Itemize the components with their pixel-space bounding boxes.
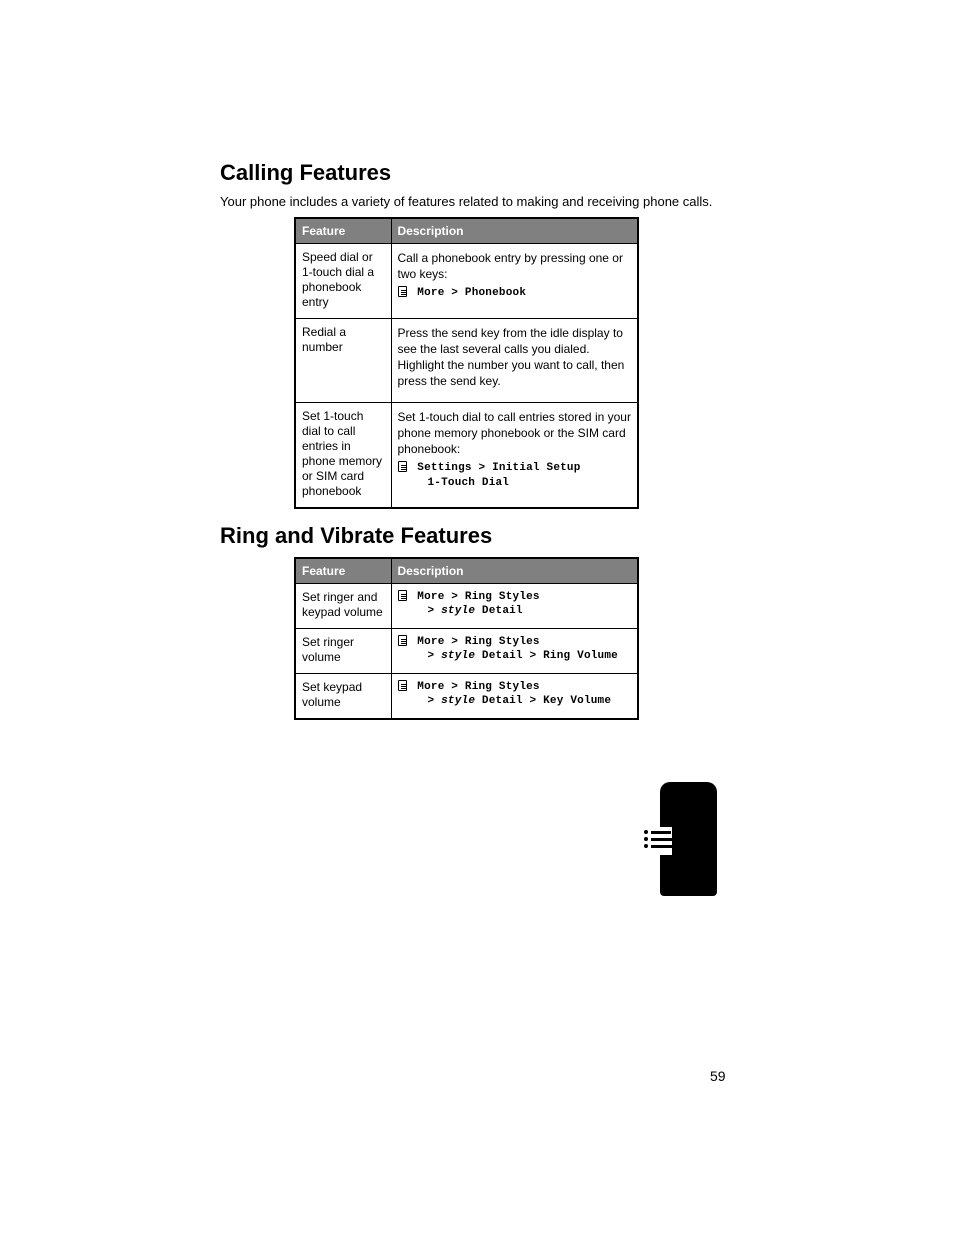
description-text: Call a phonebook entry by pressing one o…	[398, 250, 632, 282]
feature-cell: Set 1-touch dial to call entries in phon…	[295, 402, 391, 508]
menu-path: More > Phonebook	[398, 286, 632, 301]
description-cell: More > Ring Styles> style Detail > Key V…	[391, 673, 638, 719]
menu-path: More > Ring Styles	[398, 590, 632, 605]
calling-features-rows: Speed dial or 1-touch dial a phonebook e…	[295, 243, 638, 507]
menu-list-icon	[642, 827, 672, 855]
table-row: Set keypad volume More > Ring Styles> st…	[295, 673, 638, 719]
menu-path: 1-Touch Dial	[398, 476, 632, 491]
description-cell: More > Ring Styles> style Detail > Ring …	[391, 628, 638, 673]
page-number: 59	[710, 1068, 726, 1084]
calling-features-table: Feature Description Speed dial or 1-touc…	[294, 217, 639, 509]
feature-cell: Set ringer and keypad volume	[295, 583, 391, 628]
menu-icon	[398, 635, 407, 646]
menu-icon	[398, 286, 407, 297]
col-feature: Feature	[295, 558, 391, 584]
description-cell: More > Ring Styles> style Detail	[391, 583, 638, 628]
table-row: Redial a numberPress the send key from t…	[295, 318, 638, 402]
menu-icon	[398, 590, 407, 601]
table-row: Speed dial or 1-touch dial a phonebook e…	[295, 243, 638, 318]
phone-silhouette-icon	[660, 782, 717, 896]
feature-cell: Set ringer volume	[295, 628, 391, 673]
menu-path: More > Ring Styles	[398, 680, 632, 695]
table-row: Set ringer volume More > Ring Styles> st…	[295, 628, 638, 673]
menu-icon	[398, 461, 407, 472]
ring-vibrate-rows: Set ringer and keypad volume More > Ring…	[295, 583, 638, 719]
page-content: Calling Features Your phone includes a v…	[220, 160, 750, 720]
menu-path: > style Detail > Key Volume	[398, 694, 632, 709]
menu-icon	[398, 680, 407, 691]
phone-menu-icon	[660, 782, 717, 896]
feature-cell: Speed dial or 1-touch dial a phonebook e…	[295, 243, 391, 318]
col-description: Description	[391, 558, 638, 584]
menu-path: More > Ring Styles	[398, 635, 632, 650]
description-text: Set 1-touch dial to call entries stored …	[398, 409, 632, 458]
feature-cell: Set keypad volume	[295, 673, 391, 719]
description-cell: Set 1-touch dial to call entries stored …	[391, 402, 638, 508]
ring-vibrate-table: Feature Description Set ringer and keypa…	[294, 557, 639, 720]
ring-vibrate-heading: Ring and Vibrate Features	[220, 523, 750, 549]
table-row: Set 1-touch dial to call entries in phon…	[295, 402, 638, 508]
col-description: Description	[391, 218, 638, 244]
feature-cell: Redial a number	[295, 318, 391, 402]
calling-features-lead: Your phone includes a variety of feature…	[220, 194, 750, 211]
col-feature: Feature	[295, 218, 391, 244]
description-cell: Call a phonebook entry by pressing one o…	[391, 243, 638, 318]
description-cell: Press the send key from the idle display…	[391, 318, 638, 402]
description-text: Press the send key from the idle display…	[398, 325, 632, 390]
menu-path: > style Detail	[398, 604, 632, 619]
menu-path: Settings > Initial Setup	[398, 461, 632, 476]
calling-features-heading: Calling Features	[220, 160, 750, 186]
table-row: Set ringer and keypad volume More > Ring…	[295, 583, 638, 628]
menu-path: > style Detail > Ring Volume	[398, 649, 632, 664]
